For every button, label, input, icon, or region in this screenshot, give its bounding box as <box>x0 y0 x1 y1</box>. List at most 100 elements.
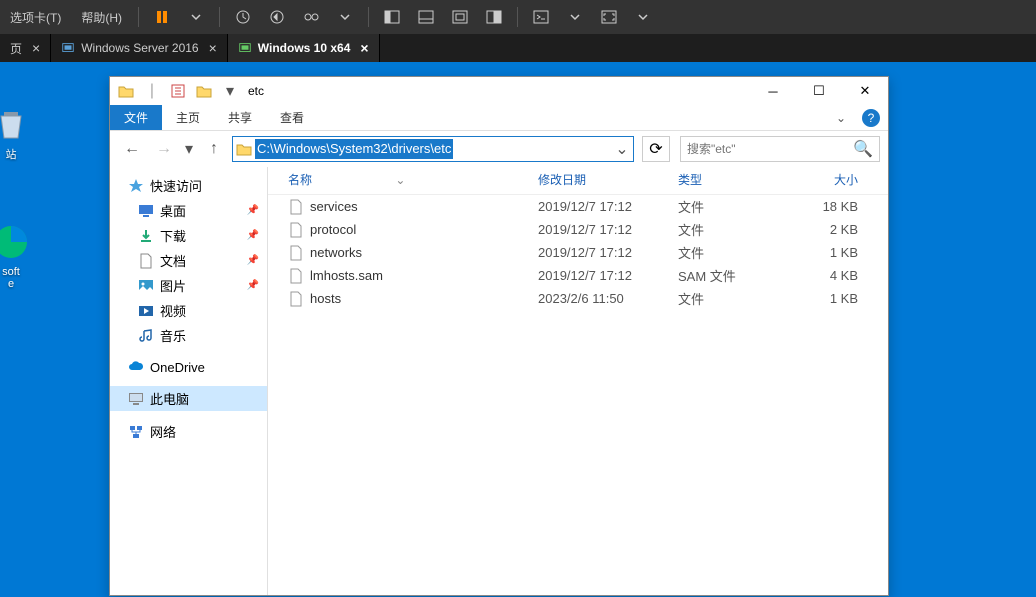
file-row[interactable]: hosts2023/2/6 11:50文件1 KB <box>268 287 888 310</box>
col-header-type[interactable]: 类型 <box>678 171 788 188</box>
sidebar-item-pictures[interactable]: 图片📌 <box>110 273 267 298</box>
dropdown-icon[interactable] <box>183 4 209 30</box>
col-header-date[interactable]: 修改日期 <box>538 171 678 188</box>
sidebar-item-videos[interactable]: 视频 <box>110 298 267 323</box>
vm-tab-label: 页 <box>10 40 22 57</box>
snapshot-take-icon[interactable] <box>230 4 256 30</box>
file-size: 1 KB <box>788 245 858 260</box>
file-icon <box>288 199 304 215</box>
ribbon-tab-file[interactable]: 文件 <box>110 105 162 130</box>
sidebar-this-pc[interactable]: 此电脑 <box>110 386 267 411</box>
vm-tab-prev[interactable]: 页 × <box>0 34 51 62</box>
maximize-button[interactable]: ☐ <box>796 77 842 105</box>
col-header-name[interactable]: 名称 ⌄ <box>288 171 538 188</box>
snapshot-revert-icon[interactable] <box>264 4 290 30</box>
file-row[interactable]: services2019/12/7 17:12文件18 KB <box>268 195 888 218</box>
help-button[interactable]: ? <box>862 109 880 127</box>
search-input[interactable] <box>687 142 853 156</box>
close-button[interactable]: ✕ <box>842 77 888 105</box>
sidebar-label: OneDrive <box>150 360 205 375</box>
folder-icon[interactable] <box>116 81 136 101</box>
nav-recent-dropdown[interactable]: ▾ <box>182 135 196 163</box>
sidebar-quick-access[interactable]: 快速访问 <box>110 173 267 198</box>
nav-back-button[interactable]: ← <box>118 135 146 163</box>
vm-tab-server2016[interactable]: Windows Server 2016 × <box>51 34 228 62</box>
desktop-icon[interactable]: 站 <box>0 102 46 162</box>
document-icon <box>138 253 154 269</box>
ribbon-tab-view[interactable]: 查看 <box>266 105 318 130</box>
vm-tab-win10[interactable]: Windows 10 x64 × <box>228 34 380 62</box>
refresh-button[interactable]: ⟳ <box>642 136 670 162</box>
download-icon <box>138 228 154 244</box>
sidebar-item-music[interactable]: 音乐 <box>110 323 267 348</box>
snapshot-manage-icon[interactable] <box>298 4 324 30</box>
nav-up-button[interactable]: ↑ <box>200 135 228 163</box>
ribbon-tab-share[interactable]: 共享 <box>214 105 266 130</box>
file-explorer-window: | ▾ etc ─ ☐ ✕ 文件 主页 共享 查看 ⌄ ? ← → ▾ ↑ <box>109 76 889 596</box>
nav-forward-button[interactable]: → <box>150 135 178 163</box>
pin-icon: 📌 <box>247 230 259 241</box>
pictures-icon <box>138 278 154 294</box>
file-icon <box>288 291 304 307</box>
toolbar-separator <box>517 7 518 27</box>
close-icon[interactable]: × <box>209 40 217 56</box>
file-icon <box>288 222 304 238</box>
file-name: hosts <box>310 291 341 306</box>
vm-icon <box>61 41 75 55</box>
ribbon-tab-home[interactable]: 主页 <box>162 105 214 130</box>
qat-sep: | <box>142 81 162 101</box>
address-bar[interactable]: C:\Windows\System32\drivers\etc ⌄ <box>232 136 634 162</box>
column-headers[interactable]: 名称 ⌄ 修改日期 类型 大小 <box>268 167 888 195</box>
new-folder-icon[interactable] <box>194 81 214 101</box>
vm-tab-label: Windows 10 x64 <box>258 41 351 55</box>
dropdown-icon[interactable] <box>562 4 588 30</box>
view-single-icon[interactable] <box>379 4 405 30</box>
vm-desktop: 站 soft e | ▾ etc ─ ☐ ✕ 文件 主页 共享 查 <box>0 62 1036 597</box>
file-row[interactable]: protocol2019/12/7 17:12文件2 KB <box>268 218 888 241</box>
desktop-icon[interactable]: soft e <box>0 222 46 290</box>
minimize-button[interactable]: ─ <box>750 77 796 105</box>
file-size: 2 KB <box>788 222 858 237</box>
fullscreen-icon[interactable] <box>596 4 622 30</box>
console-icon[interactable] <box>528 4 554 30</box>
pin-icon: 📌 <box>247 280 259 291</box>
search-box[interactable]: 🔍 <box>680 136 880 162</box>
file-list: 名称 ⌄ 修改日期 类型 大小 services2019/12/7 17:12文… <box>268 167 888 595</box>
sidebar-network[interactable]: 网络 <box>110 419 267 444</box>
vm-menu-help[interactable]: 帮助(H) <box>71 0 132 34</box>
view-console-icon[interactable] <box>481 4 507 30</box>
properties-icon[interactable] <box>168 81 188 101</box>
toolbar-separator <box>219 7 220 27</box>
sidebar-item-downloads[interactable]: 下载📌 <box>110 223 267 248</box>
address-path[interactable]: C:\Windows\System32\drivers\etc <box>255 139 453 159</box>
dropdown-icon[interactable] <box>630 4 656 30</box>
window-titlebar[interactable]: | ▾ etc ─ ☐ ✕ <box>110 77 888 105</box>
sidebar-item-desktop[interactable]: 桌面📌 <box>110 198 267 223</box>
file-icon <box>288 268 304 284</box>
vm-tab-label: Windows Server 2016 <box>81 41 198 55</box>
sidebar-onedrive[interactable]: OneDrive <box>110 356 267 378</box>
search-icon[interactable]: 🔍 <box>853 139 873 159</box>
vm-menu-tabs[interactable]: 选项卡(T) <box>0 0 71 34</box>
file-row[interactable]: lmhosts.sam2019/12/7 17:12SAM 文件4 KB <box>268 264 888 287</box>
qat-dropdown-icon[interactable]: ▾ <box>220 81 240 101</box>
file-size: 4 KB <box>788 268 858 283</box>
view-split-icon[interactable] <box>413 4 439 30</box>
videos-icon <box>138 303 154 319</box>
file-icon <box>288 245 304 261</box>
network-icon <box>128 424 144 440</box>
vm-tab-bar: 页 × Windows Server 2016 × Windows 10 x64… <box>0 34 1036 62</box>
file-row[interactable]: networks2019/12/7 17:12文件1 KB <box>268 241 888 264</box>
address-dropdown-icon[interactable]: ⌄ <box>611 139 633 159</box>
sort-indicator-icon: ⌄ <box>395 173 405 187</box>
sidebar-item-documents[interactable]: 文档📌 <box>110 248 267 273</box>
cloud-icon <box>128 359 144 375</box>
sidebar-label: 音乐 <box>160 326 186 345</box>
view-tiled-icon[interactable] <box>447 4 473 30</box>
close-icon[interactable]: × <box>360 40 368 56</box>
chevron-down-icon[interactable]: ⌄ <box>828 111 854 125</box>
dropdown-icon[interactable] <box>332 4 358 30</box>
close-icon[interactable]: × <box>32 40 40 56</box>
col-header-size[interactable]: 大小 <box>788 171 858 188</box>
pause-button[interactable] <box>149 4 175 30</box>
